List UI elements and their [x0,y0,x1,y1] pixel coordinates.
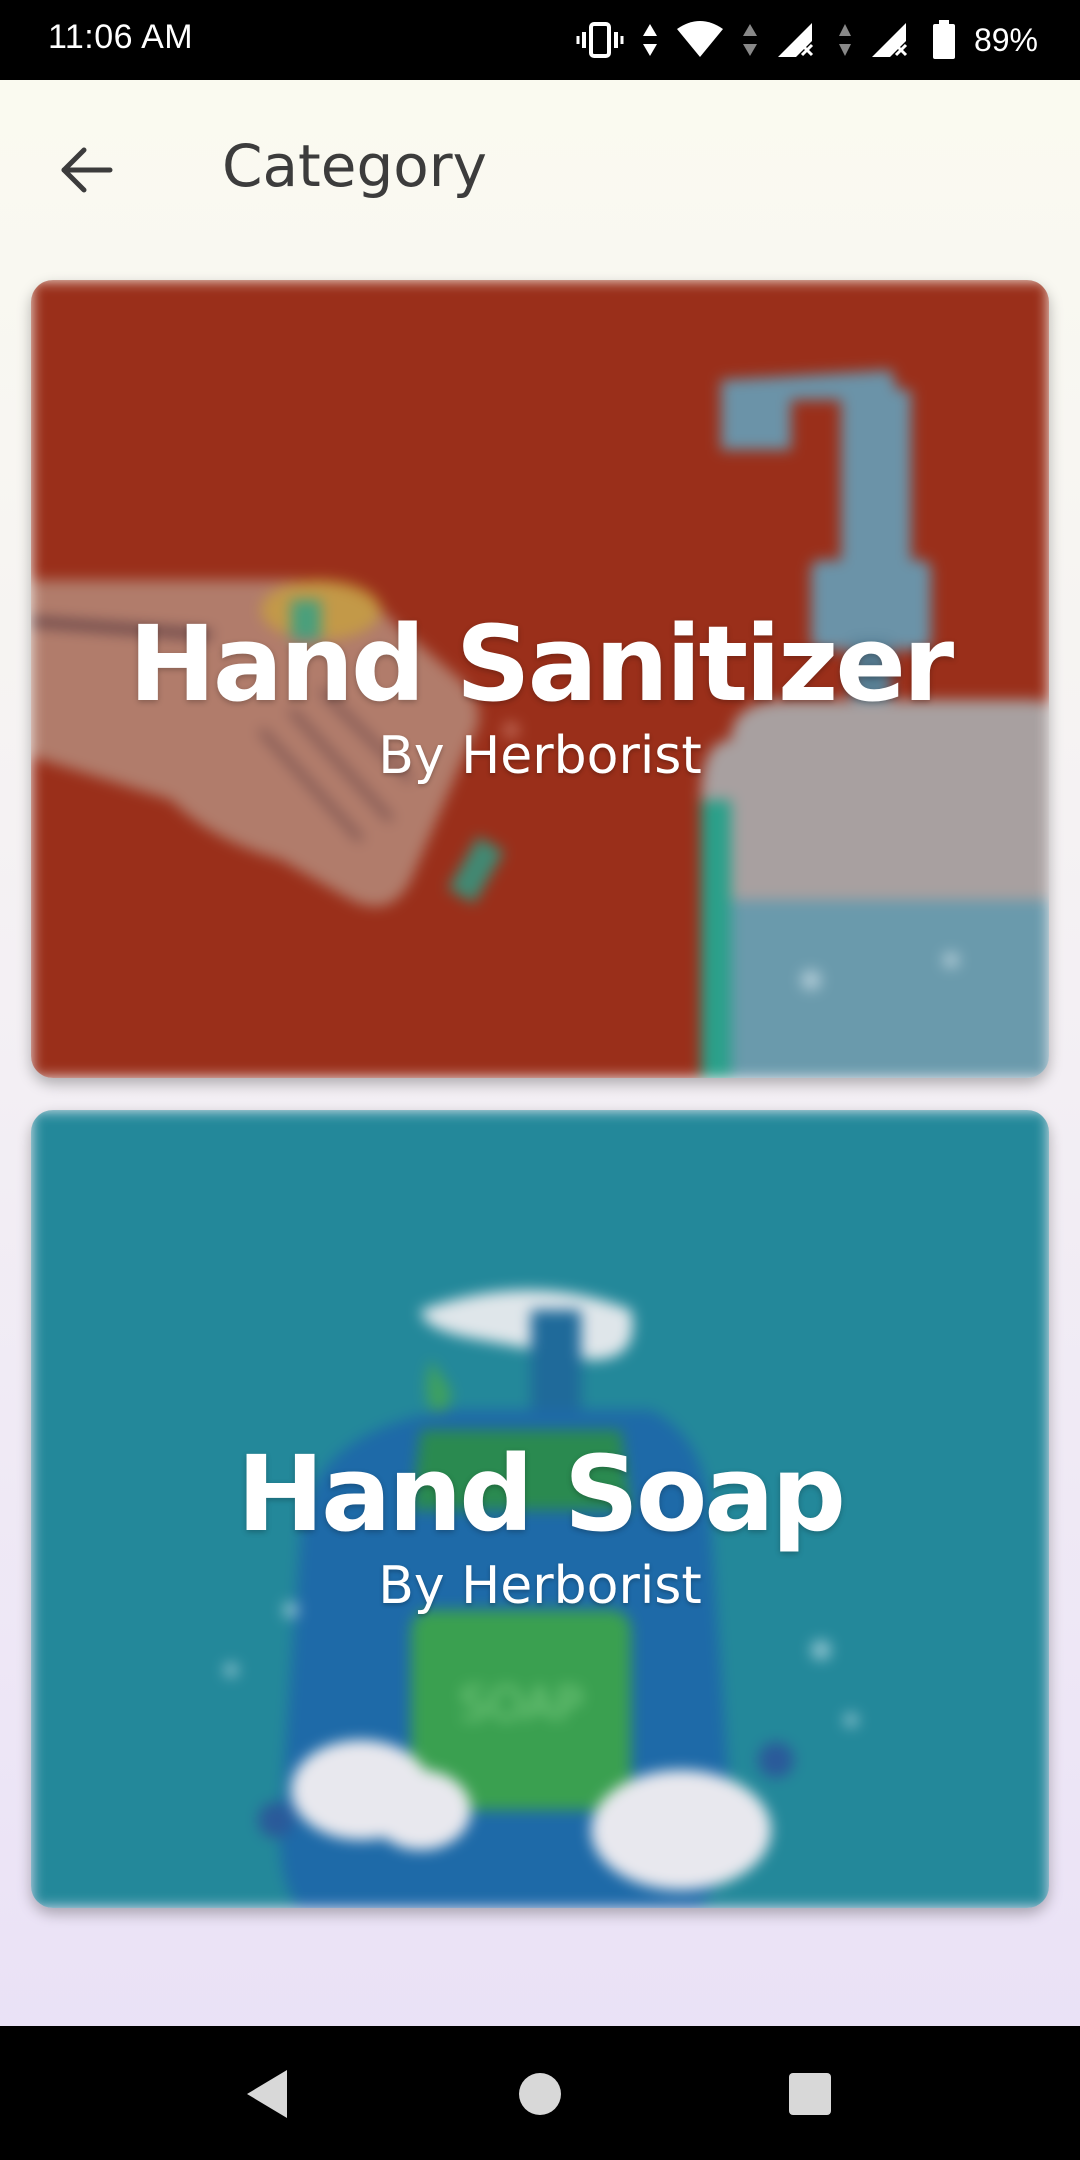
category-title: Hand Soap [237,1433,846,1555]
triangle-back-icon [243,2067,291,2125]
battery-percent: 89% [973,21,1038,58]
svg-text:SOAP: SOAP [459,1677,583,1731]
category-card-hand-soap[interactable]: SOAP Hand Soap By Herborist [31,1110,1049,1908]
navigation-bar [0,2026,1080,2160]
nav-back-button[interactable] [227,2056,307,2136]
card-text: Hand Sanitizer By Herborist [31,612,1049,786]
wifi-icon [676,21,724,59]
data-arrows-dim-icon [742,22,758,58]
square-recents-icon [787,2071,833,2121]
nav-recents-button[interactable] [770,2056,850,2136]
status-icons: 89% [576,14,1038,66]
status-bar: 11:06 AM 89% [0,0,1080,80]
nav-home-button[interactable] [500,2056,580,2136]
category-subtitle: By Herborist [378,1556,702,1616]
category-title: Hand Sanitizer [128,603,954,725]
data-arrows-dim-icon [838,22,852,58]
battery-icon [932,20,956,60]
category-card-hand-sanitizer[interactable]: Hand Sanitizer By Herborist [31,280,1049,1078]
app-bar: Category [0,80,1080,250]
status-time: 11:06 AM [48,18,194,56]
signal-no-service-icon [776,21,820,59]
data-arrows-icon [642,22,658,58]
screen: 11:06 AM 89% Category Hand Sanitizer By … [0,0,1080,2160]
arrow-left-icon [58,145,114,199]
circle-home-icon [517,2071,563,2121]
category-subtitle: By Herborist [378,726,702,786]
page-title: Category [222,132,487,200]
vibrate-icon [576,20,624,60]
card-text: Hand Soap By Herborist [31,1442,1049,1616]
back-button[interactable] [44,130,128,214]
signal-no-service-icon [870,21,914,59]
